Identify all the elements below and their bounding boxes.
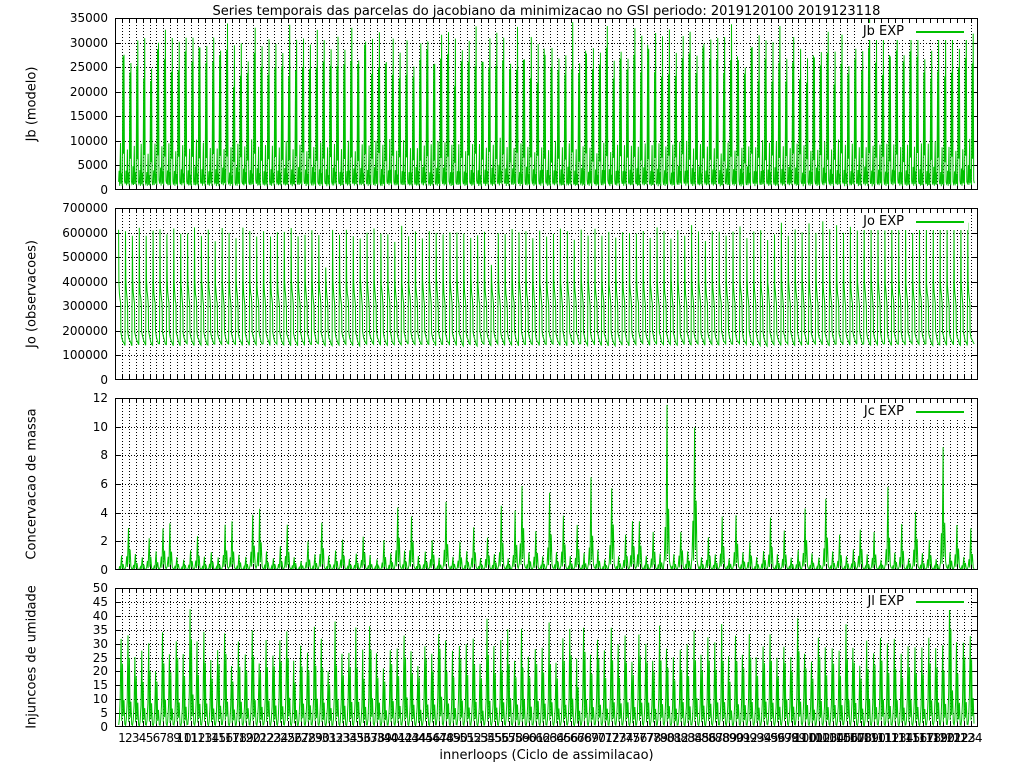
y-tick-label: 35000 — [69, 11, 108, 25]
y-tick-label: 12 — [92, 391, 108, 405]
legend-line-sample-jl — [916, 600, 964, 603]
y-tick-label: 8 — [100, 448, 108, 463]
legend-line-sample-jo — [916, 220, 964, 223]
series-line-jb — [118, 19, 975, 187]
chart-title: Series temporais das parcelas do jacobia… — [212, 4, 881, 19]
panel-jb — [115, 18, 978, 190]
y-tick-label: 20 — [92, 664, 108, 679]
y-tick-label: 400000 — [62, 274, 108, 289]
legend-jc: Jc EXP — [859, 403, 968, 420]
series-line-jl — [118, 595, 975, 727]
panel-jc — [115, 398, 978, 570]
legend-label-jc: Jc EXP — [863, 404, 904, 419]
chart-container: Series temporais das parcelas do jacobia… — [0, 0, 1024, 768]
y-tick-label: 0 — [100, 373, 108, 387]
y-tick-label: 5000 — [77, 158, 108, 173]
y-tick-label: 0 — [100, 183, 108, 197]
y-tick-label: 10 — [92, 692, 108, 707]
legend-label-jl: Jl EXP — [867, 594, 904, 609]
legend-line-sample-jb — [916, 30, 964, 33]
y-tick-label: 15 — [92, 678, 108, 693]
y-tick-label: 40 — [92, 608, 108, 623]
y-tick-label: 5 — [100, 706, 108, 721]
y-tick-label: 35 — [92, 622, 108, 637]
y-tick-label: 30000 — [69, 35, 108, 50]
y-tick-label: 25 — [92, 650, 108, 665]
x-tick-label: 124 — [959, 731, 983, 745]
legend-label-jo: Jo EXP — [863, 214, 904, 229]
legend-line-sample-jc — [916, 410, 964, 413]
x-tick-labels: 1 2 3 4 5 6 7 8 9 10 11 12 13 14 15 16 17 18 19 20 21 22 23 24 2… — [0, 731, 1024, 747]
legend-jb: Jb EXP — [858, 23, 968, 40]
legend-jo: Jo EXP — [859, 213, 968, 230]
y-tick-label: 2 — [100, 534, 108, 549]
y-tick-label: 4 — [100, 505, 108, 520]
y-tick-label: 700000 — [62, 201, 108, 215]
y-tick-label: 300000 — [62, 299, 108, 314]
panel-jl — [115, 588, 978, 727]
y-tick-label: 6 — [100, 477, 108, 491]
y-tick-label: 10 — [92, 419, 108, 434]
y-tick-label: 30 — [92, 636, 108, 651]
y-tick-label: 200000 — [62, 323, 108, 338]
series-line-jc — [118, 404, 975, 570]
y-tick-label: 100000 — [62, 348, 108, 363]
y-tick-label: 600000 — [62, 225, 108, 240]
panel-jo — [115, 208, 978, 380]
y-tick-label: 10000 — [69, 133, 108, 148]
legend-label-jb: Jb EXP — [862, 24, 904, 39]
x-axis-title: innerloops (Ciclo de assimilacao) — [439, 748, 654, 763]
legend-jl: Jl EXP — [863, 593, 968, 610]
y-tick-label: 15000 — [69, 109, 108, 124]
y-axis-title-jb: Jb (modelo) — [24, 66, 40, 142]
y-tick-label: 20000 — [69, 84, 108, 99]
y-tick-label: 50 — [92, 581, 108, 595]
y-tick-label: 25000 — [69, 60, 108, 75]
y-tick-label: 45 — [92, 594, 108, 609]
y-tick-label: 0 — [100, 563, 108, 577]
y-tick-label: 500000 — [62, 250, 108, 265]
